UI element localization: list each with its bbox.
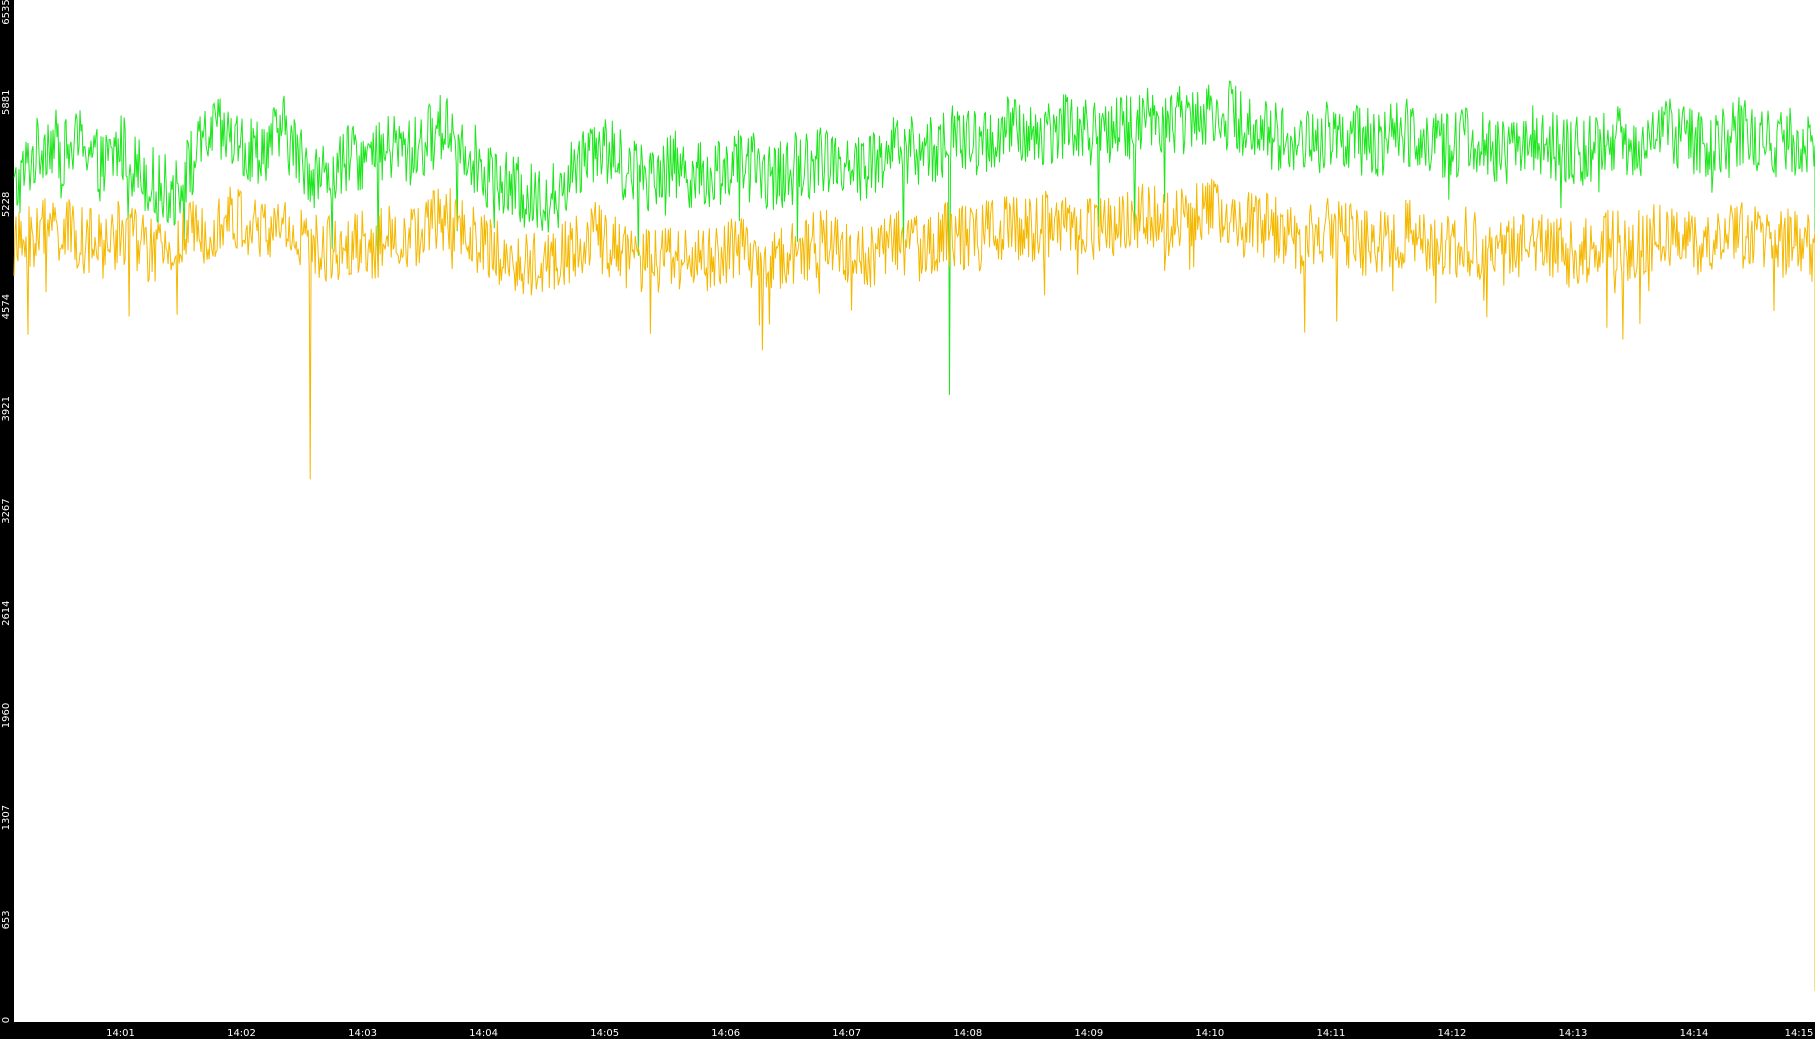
y-tick-label: 653 [1,910,12,929]
y-tick-label: 4574 [1,294,12,319]
x-tick-label: 14:11 [1316,1028,1345,1039]
y-tick-label: 1960 [1,703,12,728]
line-chart: 0 653 1307 1960 2614 3267 3921 4574 5228 5881 6535… [0,0,1815,1039]
x-tick-label: 14:14 [1680,1028,1709,1039]
x-tick-label: 14:09 [1074,1028,1103,1039]
x-tick-label: 14:05 [590,1028,619,1039]
y-tick-label: 3267 [1,498,12,523]
y-tick-label: 3921 [1,396,12,421]
y-tick-label: 2614 [1,600,12,625]
x-tick-label: 14:12 [1437,1028,1466,1039]
x-tick-label: 14:06 [711,1028,740,1039]
x-tick-label: 14:01 [106,1028,135,1039]
y-tick-label: 5881 [1,90,12,115]
x-tick-label: 14:04 [469,1028,498,1039]
x-tick-label: 14:08 [953,1028,982,1039]
x-tick-label: 14:15 [1785,1028,1814,1039]
x-tick-label: 14:03 [348,1028,377,1039]
y-tick-label: 6535 [1,0,12,25]
y-tick-label: 5228 [1,192,12,217]
x-tick-label: 14:10 [1195,1028,1224,1039]
y-tick-label: 1307 [1,805,12,830]
x-tick-label: 14:02 [227,1028,256,1039]
y-tick-label: 0 [1,1017,12,1023]
x-tick-label: 14:07 [832,1028,861,1039]
x-tick-label: 14:13 [1558,1028,1587,1039]
chart-root: 0 653 1307 1960 2614 3267 3921 4574 5228 5881 6535… [0,0,1815,1039]
